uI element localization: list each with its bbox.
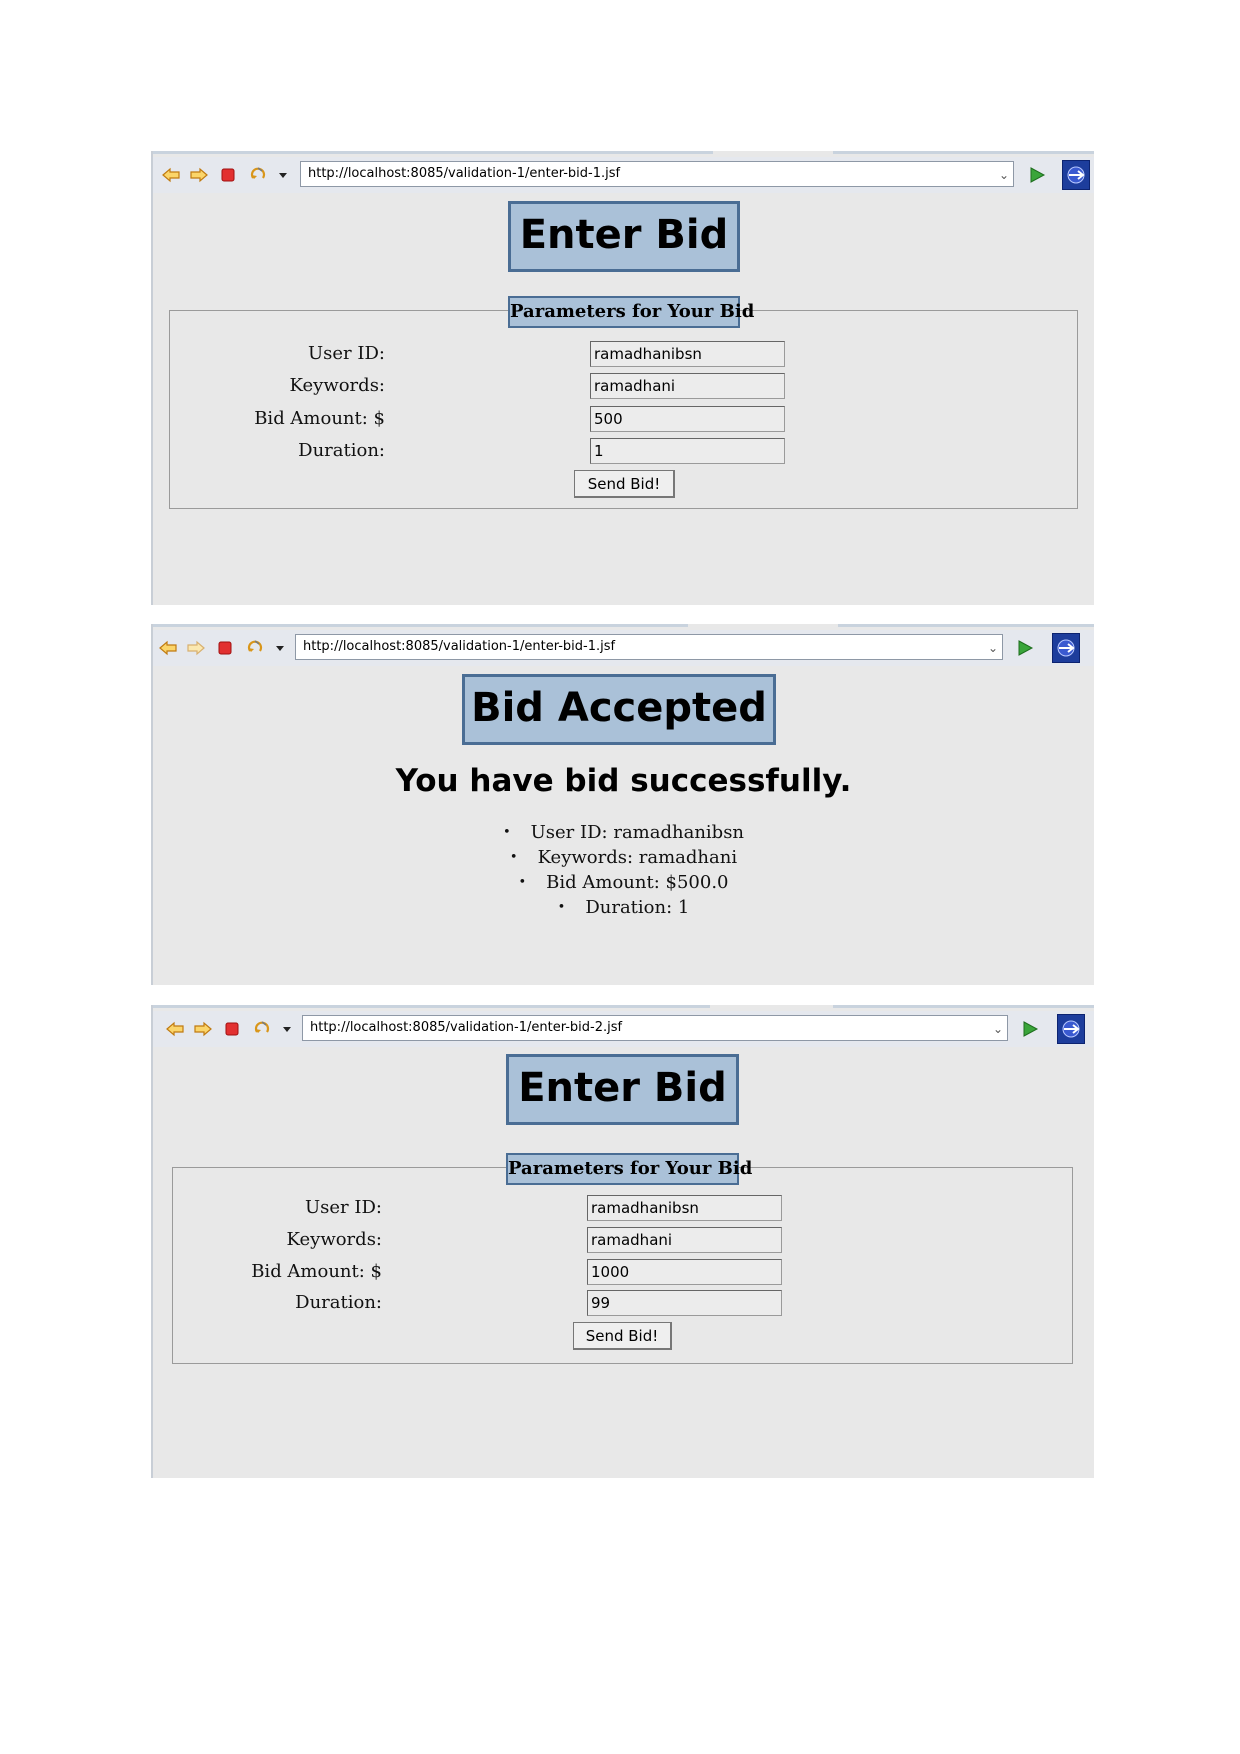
dropdown-icon[interactable] bbox=[274, 166, 287, 184]
browser-toolbar: http://localhost:8085/validation-1/enter… bbox=[153, 630, 1094, 666]
stop-icon[interactable] bbox=[219, 166, 237, 184]
browser-screenshot-bid-accepted: http://localhost:8085/validation-1/enter… bbox=[151, 624, 1094, 985]
go-icon[interactable] bbox=[1015, 638, 1035, 658]
duration-label: Duration: bbox=[295, 1292, 382, 1313]
fieldset-legend: Parameters for Your Bid bbox=[508, 296, 754, 328]
keywords-input[interactable] bbox=[587, 1227, 782, 1253]
send-bid-button[interactable]: Send Bid! bbox=[573, 1322, 672, 1350]
dropdown-icon[interactable] bbox=[278, 1020, 291, 1038]
success-message: You have bid successfully. bbox=[395, 763, 852, 799]
url-dropdown-icon[interactable]: ⌄ bbox=[999, 163, 1009, 186]
page-title: Enter Bid bbox=[508, 201, 740, 272]
top-border bbox=[833, 1005, 1094, 1008]
dropdown-icon[interactable] bbox=[271, 639, 284, 657]
keywords-label: Keywords: bbox=[286, 1229, 382, 1250]
top-border bbox=[153, 624, 688, 627]
top-border bbox=[153, 1005, 710, 1008]
list-item: Duration: 1 bbox=[153, 896, 1094, 921]
refresh-icon[interactable] bbox=[253, 1020, 271, 1038]
browser-toolbar: http://localhost:8085/validation-1/enter… bbox=[153, 157, 1094, 193]
duration-input[interactable] bbox=[587, 1290, 782, 1316]
url-dropdown-icon[interactable]: ⌄ bbox=[988, 636, 998, 659]
user-id-label: User ID: bbox=[305, 1197, 382, 1218]
list-item: User ID: ramadhanibsn bbox=[153, 821, 1094, 846]
extension-icon[interactable] bbox=[1052, 633, 1080, 663]
go-icon[interactable] bbox=[1027, 165, 1047, 185]
bid-summary-list: User ID: ramadhanibsn Keywords: ramadhan… bbox=[153, 821, 1094, 921]
fieldset-legend: Parameters for Your Bid bbox=[506, 1153, 752, 1185]
forward-icon[interactable] bbox=[190, 166, 208, 184]
bid-amount-input[interactable] bbox=[587, 1259, 782, 1285]
bid-amount-label: Bid Amount: $ bbox=[254, 408, 385, 429]
page-title: Enter Bid bbox=[506, 1054, 739, 1125]
bid-amount-input[interactable] bbox=[590, 406, 785, 432]
stop-icon[interactable] bbox=[223, 1020, 241, 1038]
go-icon[interactable] bbox=[1020, 1019, 1040, 1039]
browser-screenshot-enter-bid: http://localhost:8085/validation-1/enter… bbox=[151, 151, 1094, 605]
url-text: http://localhost:8085/validation-1/enter… bbox=[303, 639, 616, 654]
extension-icon[interactable] bbox=[1062, 160, 1090, 190]
back-icon[interactable] bbox=[166, 1020, 184, 1038]
user-id-input[interactable] bbox=[587, 1195, 782, 1221]
forward-icon[interactable] bbox=[187, 639, 205, 657]
url-text: http://localhost:8085/validation-1/enter… bbox=[308, 166, 621, 181]
user-id-input[interactable] bbox=[590, 341, 785, 367]
extension-icon[interactable] bbox=[1057, 1014, 1085, 1044]
list-item: Keywords: ramadhani bbox=[153, 846, 1094, 871]
duration-input[interactable] bbox=[590, 438, 785, 464]
stop-icon[interactable] bbox=[216, 639, 234, 657]
url-text: http://localhost:8085/validation-1/enter… bbox=[310, 1020, 623, 1035]
top-border bbox=[153, 151, 713, 154]
send-bid-button[interactable]: Send Bid! bbox=[574, 470, 675, 498]
url-bar[interactable]: http://localhost:8085/validation-1/enter… bbox=[302, 1015, 1008, 1041]
refresh-icon[interactable] bbox=[249, 166, 267, 184]
back-icon[interactable] bbox=[162, 166, 180, 184]
back-icon[interactable] bbox=[159, 639, 177, 657]
page-title: Bid Accepted bbox=[462, 674, 776, 745]
url-dropdown-icon[interactable]: ⌄ bbox=[993, 1017, 1003, 1040]
keywords-input[interactable] bbox=[590, 373, 785, 399]
refresh-icon[interactable] bbox=[246, 639, 264, 657]
user-id-label: User ID: bbox=[308, 343, 385, 364]
url-bar[interactable]: http://localhost:8085/validation-1/enter… bbox=[295, 634, 1003, 660]
bid-amount-label: Bid Amount: $ bbox=[251, 1261, 382, 1282]
browser-screenshot-enter-bid-2: http://localhost:8085/validation-1/enter… bbox=[151, 1005, 1094, 1478]
top-border bbox=[833, 151, 1094, 154]
top-border bbox=[838, 624, 1094, 627]
list-item: Bid Amount: $500.0 bbox=[153, 871, 1094, 896]
browser-toolbar: http://localhost:8085/validation-1/enter… bbox=[153, 1011, 1094, 1047]
forward-icon[interactable] bbox=[194, 1020, 212, 1038]
duration-label: Duration: bbox=[298, 440, 385, 461]
url-bar[interactable]: http://localhost:8085/validation-1/enter… bbox=[300, 161, 1014, 187]
keywords-label: Keywords: bbox=[289, 375, 385, 396]
